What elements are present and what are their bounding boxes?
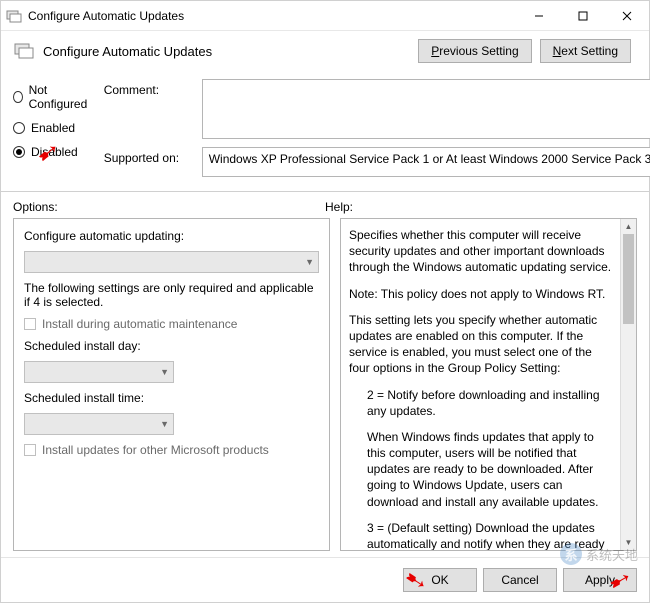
body-top: Not Configured Enabled Disabled ➸ Commen…: [1, 71, 649, 187]
scroll-up-icon: ▲: [621, 219, 636, 234]
options-panel: Configure automatic updating: ▼ The foll…: [13, 218, 330, 551]
footer: ➸ OK Cancel Apply ➸: [1, 557, 649, 602]
radio-enabled[interactable]: Enabled: [13, 121, 90, 135]
watermark-text: 系统天地: [586, 545, 638, 564]
policy-icon: [13, 40, 35, 62]
titlebar: Configure Automatic Updates: [1, 1, 649, 31]
checkbox-icon: [24, 318, 36, 330]
dialog-window: Configure Automatic Updates Configure Au…: [0, 0, 650, 603]
previous-setting-button[interactable]: Previous Setting: [418, 39, 531, 63]
chevron-down-icon: ▼: [305, 257, 314, 267]
checkbox-label: Install updates for other Microsoft prod…: [42, 443, 269, 457]
chevron-down-icon: ▼: [160, 419, 169, 429]
page-title: Configure Automatic Updates: [43, 44, 418, 59]
supported-row: Supported on: Windows XP Professional Se…: [104, 147, 650, 177]
comment-input[interactable]: [202, 79, 650, 139]
help-p: Specifies whether this computer will rec…: [349, 227, 612, 276]
radio-icon: [13, 146, 25, 158]
scroll-track: [621, 234, 636, 535]
help-p: When Windows finds updates that apply to…: [349, 429, 612, 510]
supported-label: Supported on:: [104, 147, 194, 165]
options-note: The following settings are only required…: [24, 281, 319, 309]
configure-updating-combo[interactable]: ▼: [24, 251, 319, 273]
install-maintenance-checkbox[interactable]: Install during automatic maintenance: [24, 317, 319, 331]
help-panel: Specifies whether this computer will rec…: [340, 218, 637, 551]
panel-headers: Options: Help:: [1, 192, 649, 218]
header: Configure Automatic Updates Previous Set…: [1, 31, 649, 71]
radio-label: Not Configured: [29, 83, 90, 111]
help-text: Specifies whether this computer will rec…: [341, 219, 620, 550]
window-title: Configure Automatic Updates: [28, 9, 517, 23]
help-p: Note: This policy does not apply to Wind…: [349, 286, 612, 302]
policy-icon: [6, 8, 22, 24]
window-controls: [517, 1, 649, 30]
options-header: Options:: [13, 200, 325, 214]
scroll-thumb[interactable]: [623, 234, 634, 324]
radio-label: Enabled: [31, 121, 75, 135]
install-other-products-checkbox[interactable]: Install updates for other Microsoft prod…: [24, 443, 319, 457]
setting-nav: Previous Setting Next Setting: [418, 39, 631, 63]
radio-icon: [13, 91, 23, 103]
fields-col: Comment: Supported on: Windows XP Profes…: [104, 79, 650, 177]
close-button[interactable]: [605, 1, 649, 30]
radio-not-configured[interactable]: Not Configured: [13, 83, 90, 111]
help-header: Help:: [325, 200, 637, 214]
cancel-button[interactable]: Cancel: [483, 568, 557, 592]
radio-icon: [13, 122, 25, 134]
checkbox-icon: [24, 444, 36, 456]
maximize-button[interactable]: [561, 1, 605, 30]
help-p: 2 = Notify before downloading and instal…: [349, 387, 612, 419]
supported-on-display: Windows XP Professional Service Pack 1 o…: [202, 147, 650, 177]
watermark: 系 系统天地: [560, 543, 638, 565]
comment-label: Comment:: [104, 79, 194, 97]
install-day-label: Scheduled install day:: [24, 339, 319, 353]
panels: Configure automatic updating: ▼ The foll…: [1, 218, 649, 557]
chevron-down-icon: ▼: [160, 367, 169, 377]
comment-row: Comment:: [104, 79, 650, 139]
checkbox-label: Install during automatic maintenance: [42, 317, 237, 331]
watermark-logo-icon: 系: [560, 543, 582, 565]
help-scrollbar[interactable]: ▲ ▼: [620, 219, 636, 550]
supported-on-text: Windows XP Professional Service Pack 1 o…: [203, 148, 650, 176]
annotation-arrow-icon: ➸: [30, 134, 67, 172]
install-time-combo[interactable]: ▼: [24, 413, 174, 435]
install-time-label: Scheduled install time:: [24, 391, 319, 405]
configure-updating-label: Configure automatic updating:: [24, 229, 319, 243]
next-setting-button[interactable]: Next Setting: [540, 39, 631, 63]
minimize-button[interactable]: [517, 1, 561, 30]
state-radios: Not Configured Enabled Disabled ➸: [13, 79, 90, 177]
install-day-combo[interactable]: ▼: [24, 361, 174, 383]
help-p: This setting lets you specify whether au…: [349, 312, 612, 377]
